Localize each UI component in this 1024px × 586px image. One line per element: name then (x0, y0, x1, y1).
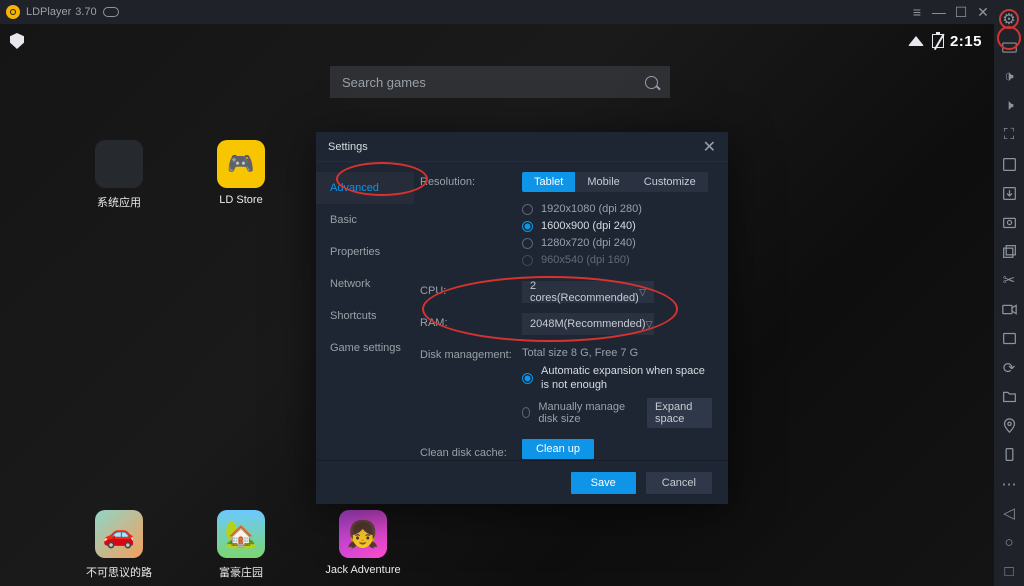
key-mapping-icon[interactable] (994, 149, 1024, 178)
tab-tablet[interactable]: Tablet (522, 172, 575, 192)
app-name: LDPlayer (26, 6, 71, 18)
app-label: 不可思议的路 (86, 564, 152, 580)
dialog-header: Settings ✕ (316, 132, 728, 162)
shared-folder-icon[interactable] (994, 382, 1024, 411)
home-button[interactable]: ○ (994, 528, 1024, 557)
search-input[interactable]: Search games (330, 66, 670, 98)
clean-label: Clean disk cache: (420, 443, 522, 459)
cancel-button[interactable]: Cancel (646, 472, 712, 494)
shield-icon (10, 33, 24, 49)
app-ldstore[interactable]: 🎮 LD Store (206, 140, 276, 206)
ram-select[interactable]: 2048M(Recommended)▽ (522, 313, 654, 335)
dialog-close-button[interactable]: ✕ (703, 137, 716, 157)
titlebar: LDPlayer 3.70 ≡ — ☐ ✕ « (0, 0, 1024, 24)
res-1920[interactable]: 1920x1080 (dpi 280) (522, 203, 712, 215)
settings-dialog: Settings ✕ Advanced Basic Properties Net… (316, 132, 728, 504)
battery-icon (932, 34, 944, 48)
cpu-label: CPU: (420, 281, 522, 297)
clock: 2:15 (950, 33, 982, 50)
nav-shortcuts[interactable]: Shortcuts (316, 300, 414, 332)
app-rich[interactable]: 🏡 富豪庄园 (206, 510, 276, 580)
fullscreen-icon[interactable]: ⛶ (994, 120, 1024, 149)
app-label: Jack Adventure (325, 564, 400, 576)
clean-up-button[interactable]: Clean up (522, 439, 594, 459)
disk-auto[interactable]: Automatic expansion when space is not en… (522, 364, 712, 393)
screenshot-icon[interactable] (994, 208, 1024, 237)
wifi-icon (908, 36, 924, 46)
install-apk-icon[interactable] (994, 179, 1024, 208)
settings-nav: Advanced Basic Properties Network Shortc… (316, 162, 414, 460)
tab-mobile[interactable]: Mobile (575, 172, 631, 192)
res-1600[interactable]: 1600x900 (dpi 240) (522, 220, 712, 232)
menu-icon[interactable]: ≡ (906, 1, 928, 23)
record-icon[interactable] (994, 295, 1024, 324)
minimize-button[interactable]: — (928, 1, 950, 23)
dialog-footer: Save Cancel (316, 460, 728, 504)
resolution-tabs: Tablet Mobile Customize (522, 172, 708, 192)
app-system[interactable]: 系统应用 (84, 140, 154, 210)
location-icon[interactable] (994, 411, 1024, 440)
multi-instance-icon[interactable] (994, 237, 1024, 266)
cpu-select[interactable]: 2 cores(Recommended)▽ (522, 281, 654, 303)
app-version: 3.70 (75, 6, 96, 18)
recent-button[interactable]: □ (994, 557, 1024, 586)
android-status-bar: 2:15 (10, 30, 986, 52)
scissors-icon[interactable]: ✂ (994, 266, 1024, 295)
res-960[interactable]: 960x540 (dpi 160) (522, 254, 712, 266)
keyboard-icon[interactable] (994, 33, 1024, 62)
nav-game-settings[interactable]: Game settings (316, 332, 414, 364)
settings-content: Resolution: Tablet Mobile Customize 1920… (414, 162, 728, 460)
search-placeholder: Search games (342, 75, 426, 90)
app-label: LD Store (219, 194, 262, 206)
search-icon (645, 76, 658, 89)
right-sidebar: ⚙ 🕩 🕨 ⛶ ✂ ⟳ ⋯ ◁ ○ □ (994, 0, 1024, 586)
dialog-title: Settings (328, 141, 368, 153)
gear-icon[interactable]: ⚙ (994, 4, 1024, 33)
volume-up-icon[interactable]: 🕩 (994, 62, 1024, 91)
disk-manual[interactable]: Manually manage disk sizeExpand space (522, 398, 712, 428)
nav-properties[interactable]: Properties (316, 236, 414, 268)
sync-icon[interactable] (994, 324, 1024, 353)
maximize-button[interactable]: ☐ (950, 1, 972, 23)
tab-customize[interactable]: Customize (632, 172, 708, 192)
app-label: 富豪庄园 (219, 564, 263, 580)
volume-down-icon[interactable]: 🕨 (994, 91, 1024, 120)
cloud-icon[interactable] (103, 7, 119, 17)
close-button[interactable]: ✕ (972, 1, 994, 23)
resolution-label: Resolution: (420, 172, 522, 188)
rotate-icon[interactable]: ⟳ (994, 353, 1024, 382)
shake-icon[interactable] (994, 440, 1024, 469)
res-1280[interactable]: 1280x720 (dpi 240) (522, 237, 712, 249)
app-label: 系统应用 (97, 194, 141, 210)
disk-label: Disk management: (420, 345, 522, 361)
back-button[interactable]: ◁ (994, 499, 1024, 528)
more-icon[interactable]: ⋯ (994, 470, 1024, 499)
nav-basic[interactable]: Basic (316, 204, 414, 236)
expand-space-button[interactable]: Expand space (647, 398, 712, 428)
app-jack[interactable]: 👧 Jack Adventure (328, 510, 398, 576)
disk-summary: Total size 8 G, Free 7 G (522, 347, 712, 359)
nav-advanced[interactable]: Advanced (316, 172, 414, 204)
ram-label: RAM: (420, 313, 522, 329)
save-button[interactable]: Save (571, 472, 636, 494)
app-road[interactable]: 🚗 不可思议的路 (84, 510, 154, 580)
desktop: 2:15 Search games 系统应用 🎮 LD Store 🚗 不可思议… (0, 24, 994, 586)
app-logo (6, 5, 20, 19)
nav-network[interactable]: Network (316, 268, 414, 300)
